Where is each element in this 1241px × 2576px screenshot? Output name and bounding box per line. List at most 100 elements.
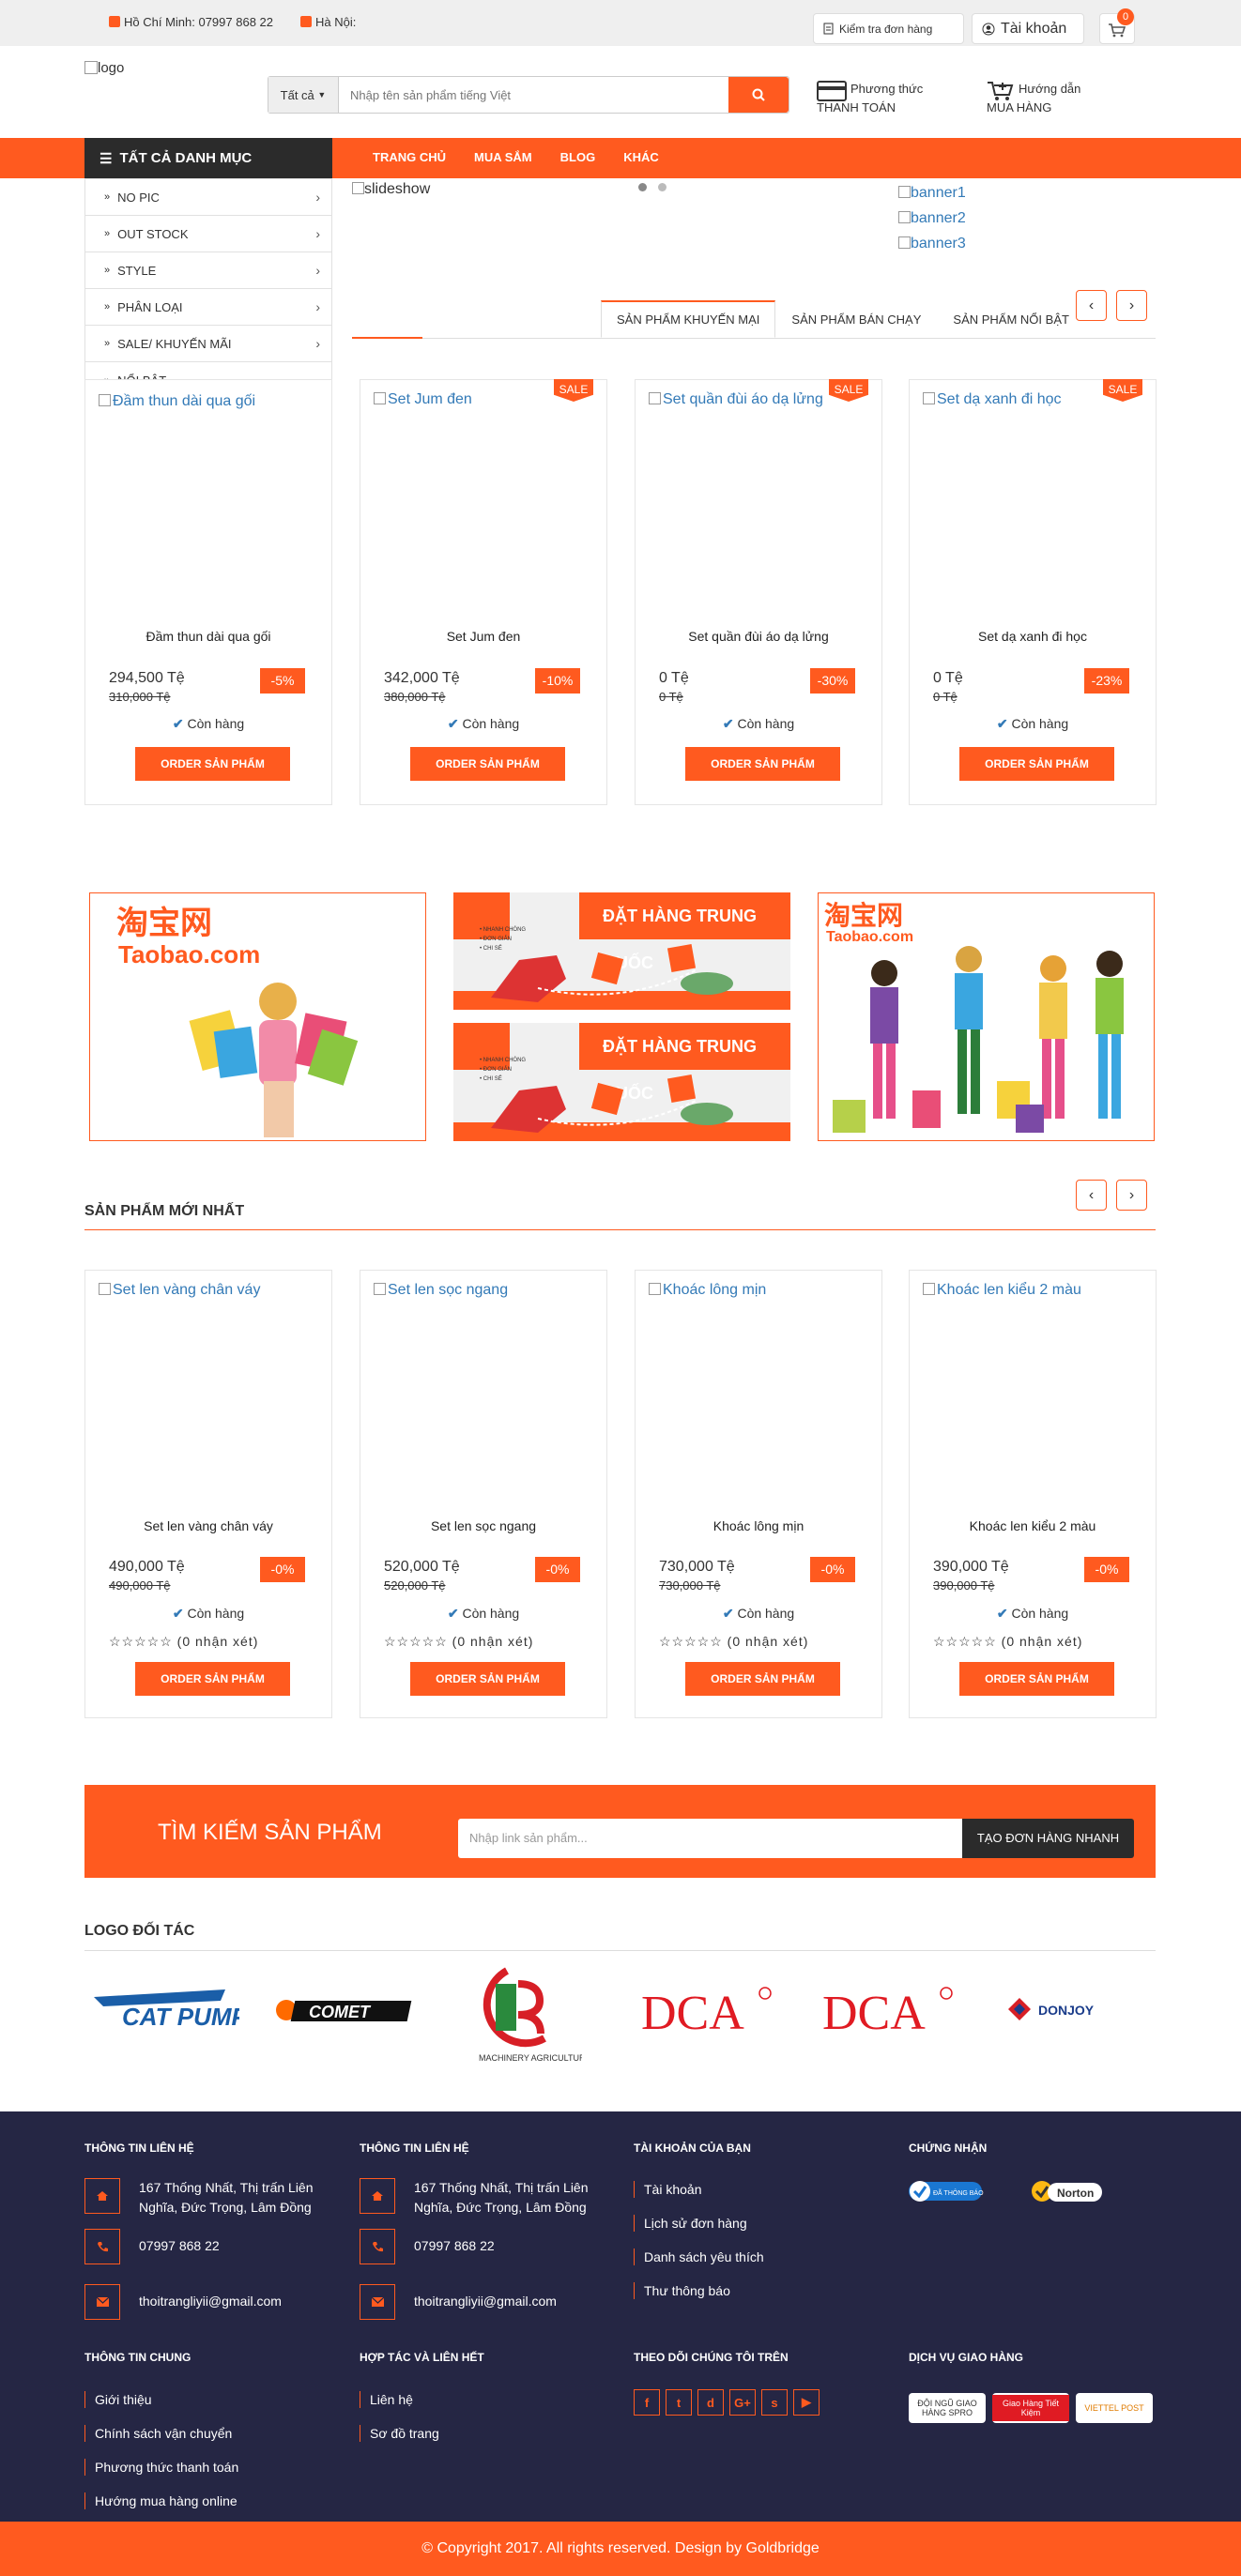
slide-dot[interactable]	[658, 183, 666, 191]
logo[interactable]: logo	[84, 60, 124, 76]
nav-shop[interactable]: MUA SẮM	[474, 150, 532, 164]
phone-text[interactable]: 07997 868 22	[139, 2229, 220, 2256]
product-name[interactable]: Set Jum đen	[360, 629, 606, 644]
product-card[interactable]: Set len vàng chân váy Set len vàng chân …	[84, 1270, 332, 1718]
product-image[interactable]: Khoác lông mịn	[649, 1282, 766, 1299]
track-order-button[interactable]: Kiểm tra đơn hàng	[813, 13, 964, 44]
order-button[interactable]: ORDER SẢN PHẨM	[410, 1662, 565, 1696]
product-name[interactable]: Khoác len kiểu 2 màu	[910, 1518, 1156, 1533]
order-china-banner-1[interactable]: ĐẶT HÀNG TRUNG QUỐC • NHANH CHÓNG • ĐƠN …	[453, 892, 790, 1010]
category-item[interactable]: » SALE/ KHUYẾN MÃI ›	[85, 326, 331, 362]
footer-link[interactable]: Phương thức thanh toán	[84, 2459, 238, 2476]
product-name[interactable]: Set quần đùi áo dạ lửng	[636, 629, 881, 644]
product-card[interactable]: Đầm thun dài qua gối Đầm thun dài qua gố…	[84, 379, 332, 805]
product-name[interactable]: Set len vàng chân váy	[85, 1518, 331, 1533]
delivery-logo-ghtk[interactable]: Giao Hàng Tiết Kiệm	[992, 2393, 1069, 2423]
slide-dot[interactable]	[638, 183, 647, 191]
product-card[interactable]: Khoác lông mịn Khoác lông mịn 730,000 Tệ…	[635, 1270, 882, 1718]
order-button[interactable]: ORDER SẢN PHẨM	[959, 1662, 1114, 1696]
order-button[interactable]: ORDER SẢN PHẨM	[410, 747, 565, 781]
order-button[interactable]: ORDER SẢN PHẨM	[135, 747, 290, 781]
category-item[interactable]: » STYLE ›	[85, 252, 331, 289]
footer-link[interactable]: Sơ đồ trang	[360, 2425, 439, 2442]
taobao-banner-right[interactable]: 淘宝网 Taobao.com	[818, 892, 1155, 1141]
banner-link[interactable]: banner3	[898, 231, 966, 256]
footer-link[interactable]: Danh sách yêu thích	[634, 2248, 764, 2265]
product-image[interactable]: Set dạ xanh đi học	[923, 391, 1062, 408]
product-image[interactable]: Set Jum đen	[374, 391, 472, 408]
category-item[interactable]: » NO PIC ›	[85, 179, 331, 216]
new-prev-button[interactable]: ‹	[1076, 1180, 1107, 1211]
order-button[interactable]: ORDER SẢN PHẨM	[135, 1662, 290, 1696]
product-image[interactable]: Khoác len kiểu 2 màu	[923, 1282, 1081, 1299]
product-name[interactable]: Khoác lông mịn	[636, 1518, 881, 1533]
twitter-icon[interactable]: t	[666, 2389, 692, 2416]
nav-other[interactable]: KHÁC	[623, 150, 659, 164]
footer-link[interactable]: Lịch sử đơn hàng	[634, 2215, 747, 2232]
promo-prev-button[interactable]: ‹	[1076, 290, 1107, 321]
order-button[interactable]: ORDER SẢN PHẨM	[685, 1662, 840, 1696]
facebook-icon[interactable]: f	[634, 2389, 660, 2416]
taobao-banner-left[interactable]: 淘宝网 Taobao.com	[89, 892, 426, 1141]
cart-button[interactable]: 0	[1099, 8, 1135, 44]
order-china-banner-2[interactable]: ĐẶT HÀNG TRUNG QUỐC • NHANH CHÓNG • ĐƠN …	[453, 1023, 790, 1141]
dribbble-icon[interactable]: d	[697, 2389, 724, 2416]
category-item[interactable]: » PHÂN LOẠI ›	[85, 289, 331, 326]
promo-next-button[interactable]: ›	[1116, 290, 1147, 321]
product-image[interactable]: Set len sọc ngang	[374, 1282, 508, 1299]
product-name[interactable]: Set dạ xanh đi học	[910, 629, 1156, 644]
product-card[interactable]: SALE Set dạ xanh đi học Set dạ xanh đi h…	[909, 379, 1157, 805]
create-order-button[interactable]: TẠO ĐƠN HÀNG NHANH	[962, 1819, 1134, 1858]
product-card[interactable]: Khoác len kiểu 2 màu Khoác len kiểu 2 mà…	[909, 1270, 1157, 1718]
slideshow[interactable]: slideshow	[352, 181, 430, 198]
all-categories-button[interactable]: ☰ TẤT CẢ DANH MỤC	[84, 138, 332, 178]
order-button[interactable]: ORDER SẢN PHẨM	[685, 747, 840, 781]
partner-logo[interactable]: DONJOY	[1001, 1985, 1156, 2036]
cert-badge-norton[interactable]: Norton	[1031, 2178, 1106, 2216]
product-image[interactable]: Set len vàng chân váy	[99, 1282, 260, 1299]
email-text[interactable]: thoitrangliyii@gmail.com	[414, 2284, 557, 2311]
cert-badge-registered[interactable]: ĐÃ THÔNG BÁO	[909, 2178, 984, 2204]
footer-link[interactable]: Liên hệ	[360, 2391, 413, 2408]
product-card[interactable]: SALE Set quần đùi áo dạ lửng Set quần đù…	[635, 379, 882, 805]
product-name[interactable]: Đầm thun dài qua gối	[85, 629, 331, 644]
product-card[interactable]: SALE Set Jum đen Set Jum đen 342,000 Tệ …	[360, 379, 607, 805]
partner-logo[interactable]: DCA	[815, 1980, 965, 2041]
footer-link[interactable]: Tài khoản	[634, 2181, 701, 2198]
skype-icon[interactable]: s	[761, 2389, 788, 2416]
phone-text[interactable]: 07997 868 22	[414, 2229, 495, 2256]
search-input[interactable]	[339, 77, 728, 113]
new-next-button[interactable]: ›	[1116, 1180, 1147, 1211]
nav-blog[interactable]: BLOG	[560, 150, 596, 164]
google-plus-icon[interactable]: G+	[729, 2389, 756, 2416]
banner-link[interactable]: banner2	[898, 206, 966, 231]
shopping-guide-link[interactable]: Hướng dẫn MUA HÀNG	[987, 80, 1080, 117]
product-name[interactable]: Set len sọc ngang	[360, 1518, 606, 1533]
search-category-select[interactable]: Tất cả ▼	[268, 77, 339, 113]
youtube-icon[interactable]: ▶	[793, 2389, 820, 2416]
footer-link[interactable]: Hướng mua hàng online	[84, 2492, 237, 2509]
account-button[interactable]: Tài khoản	[972, 13, 1084, 44]
product-link-input[interactable]: Nhập link sản phẩm...	[458, 1819, 965, 1858]
partner-logo[interactable]: COMET	[268, 1980, 422, 2041]
product-image[interactable]: Set quần đùi áo dạ lửng	[649, 391, 823, 408]
product-image[interactable]: Đầm thun dài qua gối	[99, 393, 255, 410]
tab-featured[interactable]: SẢN PHẨM NỔI BẬT	[937, 300, 1085, 338]
order-button[interactable]: ORDER SẢN PHẨM	[959, 747, 1114, 781]
nav-home[interactable]: TRANG CHỦ	[373, 150, 446, 164]
partner-logo[interactable]: CAT PUMPS	[84, 1980, 265, 2041]
tab-bestseller[interactable]: SẢN PHẨM BÁN CHẠY	[775, 300, 937, 338]
product-card[interactable]: Set len sọc ngang Set len sọc ngang 520,…	[360, 1270, 607, 1718]
search-button[interactable]	[728, 77, 789, 113]
partner-logo[interactable]: MACHINERY AGRICULTURAL	[460, 1963, 596, 2066]
tab-promo[interactable]: SẢN PHẨM KHUYẾN MẠI	[601, 300, 776, 338]
delivery-logo-spro[interactable]: ĐỘI NGŨ GIAO HÀNG SPRO	[909, 2393, 986, 2423]
category-item[interactable]: » OUT STOCK ›	[85, 216, 331, 252]
email-text[interactable]: thoitrangliyii@gmail.com	[139, 2284, 282, 2311]
footer-link[interactable]: Chính sách vận chuyển	[84, 2425, 232, 2442]
banner-link[interactable]: banner1	[898, 180, 966, 206]
footer-link[interactable]: Giới thiệu	[84, 2391, 152, 2408]
delivery-logo-viettel[interactable]: VIETTEL POST	[1076, 2393, 1153, 2423]
footer-link[interactable]: Thư thông báo	[634, 2282, 730, 2299]
partner-logo[interactable]: DCA	[634, 1980, 784, 2041]
